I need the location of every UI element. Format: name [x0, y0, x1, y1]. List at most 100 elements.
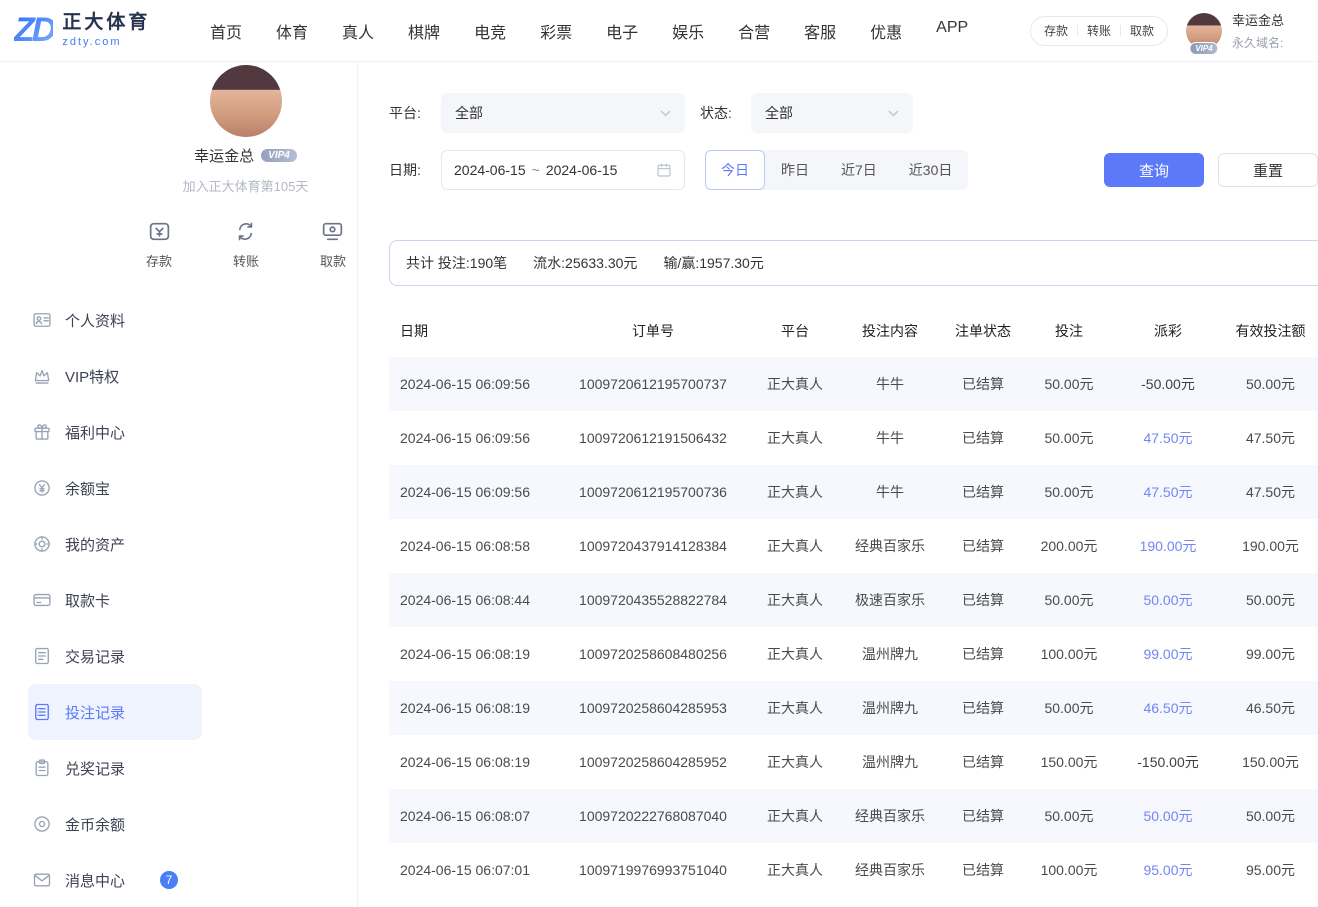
- cell-content: 极速百家乐: [839, 573, 941, 627]
- summary-part-3: 输/赢:1957.30元: [663, 253, 763, 273]
- table-row[interactable]: 2024-06-15 06:09:561009720612195700737正大…: [389, 357, 1318, 411]
- chevron-down-icon: [660, 110, 671, 117]
- sidebar-item-10[interactable]: 金币余额: [28, 796, 202, 852]
- nav-item-1[interactable]: 首页: [210, 19, 242, 43]
- top-header: ZD 正大体育 zdty.com 首页 体育 真人 棋牌 电竞 彩票 电子 娱乐 合营 客服 优惠 A…: [0, 0, 1318, 62]
- sidebar-item-label: 取款卡: [65, 590, 110, 611]
- cell-content: 牛牛: [839, 357, 941, 411]
- cell-valid: 50.00元: [1223, 573, 1318, 627]
- header-quick-3[interactable]: 取款: [1130, 22, 1154, 39]
- nav-item-12[interactable]: APP: [936, 19, 968, 43]
- cell-bet: 50.00元: [1025, 573, 1113, 627]
- cell-valid: 47.50元: [1223, 465, 1318, 519]
- column-header-5: 注单状态: [941, 305, 1025, 357]
- cell-bet: 50.00元: [1025, 411, 1113, 465]
- top-nav-items: 首页 体育 真人 棋牌 电竞 彩票 电子 娱乐 合营 客服 优惠 APP: [210, 19, 968, 43]
- cell-order: 1009719976993751040: [555, 843, 751, 897]
- sidebar-item-label: 个人资料: [65, 310, 125, 331]
- profile-joined-days: 加入正大体育第105天: [133, 176, 358, 195]
- table-row[interactable]: 2024-06-15 06:09:561009720612191506432正大…: [389, 411, 1318, 465]
- transaction-icon: [32, 646, 52, 666]
- nav-item-9[interactable]: 合营: [738, 19, 770, 43]
- cell-platform: 正大真人: [751, 789, 839, 843]
- cell-order: 1009720222768087040: [555, 789, 751, 843]
- nav-item-3[interactable]: 真人: [342, 19, 374, 43]
- nav-item-6[interactable]: 彩票: [540, 19, 572, 43]
- date-label: 日期:: [389, 160, 441, 180]
- message-icon: [32, 870, 52, 890]
- gold-icon: [32, 814, 52, 834]
- nav-item-7[interactable]: 电子: [606, 19, 638, 43]
- status-select[interactable]: 全部: [751, 93, 913, 133]
- withdraw-icon: [320, 219, 345, 244]
- cell-payout: -50.00元: [1113, 357, 1223, 411]
- nav-item-4[interactable]: 棋牌: [408, 19, 440, 43]
- cell-status: 已结算: [941, 627, 1025, 681]
- query-button[interactable]: 查询: [1104, 153, 1204, 187]
- table-row[interactable]: 2024-06-15 06:07:011009719976993751040正大…: [389, 843, 1318, 897]
- table-row[interactable]: 2024-06-15 06:08:441009720435528822784正大…: [389, 573, 1318, 627]
- table-row[interactable]: 2024-06-15 06:08:191009720258604285953正大…: [389, 681, 1318, 735]
- sidebar-item-11[interactable]: 消息中心7: [28, 852, 202, 907]
- cell-status: 已结算: [941, 411, 1025, 465]
- nav-item-11[interactable]: 优惠: [870, 19, 902, 43]
- date-range-input[interactable]: 2024-06-15 ~ 2024-06-15: [441, 150, 685, 190]
- sidebar-item-8[interactable]: 投注记录: [28, 684, 202, 740]
- cell-valid: 47.50元: [1223, 411, 1318, 465]
- nav-item-8[interactable]: 娱乐: [672, 19, 704, 43]
- cell-date: 2024-06-15 06:07:01: [389, 843, 555, 897]
- cell-date: 2024-06-15 06:09:56: [389, 357, 555, 411]
- vip-icon: [32, 366, 52, 386]
- column-header-1: 日期: [389, 305, 555, 357]
- column-header-8: 有效投注额: [1223, 305, 1318, 357]
- sidebar-item-2[interactable]: VIP特权: [28, 348, 202, 404]
- sidebar-item-label: 兑奖记录: [65, 758, 125, 779]
- brand-logo[interactable]: ZD 正大体育 zdty.com: [0, 11, 178, 50]
- profile-avatar[interactable]: [210, 65, 282, 137]
- column-header-7: 派彩: [1113, 305, 1223, 357]
- table-row[interactable]: 2024-06-15 06:08:581009720437914128384正大…: [389, 519, 1318, 573]
- cell-order: 1009720612191506432: [555, 411, 751, 465]
- bankcard-icon: [32, 590, 52, 610]
- quick-action-deposit[interactable]: 存款: [146, 219, 172, 270]
- sidebar-item-5[interactable]: 我的资产: [28, 516, 202, 572]
- quick-action-transfer[interactable]: 转账: [233, 219, 259, 270]
- sidebar-item-9[interactable]: 兑奖记录: [28, 740, 202, 796]
- sidebar-item-7[interactable]: 交易记录: [28, 628, 202, 684]
- header-quick-2[interactable]: 转账: [1087, 22, 1111, 39]
- range-button-4[interactable]: 近30日: [893, 150, 969, 190]
- nav-item-2[interactable]: 体育: [276, 19, 308, 43]
- nav-item-5[interactable]: 电竞: [474, 19, 506, 43]
- sidebar-item-label: 福利中心: [65, 422, 125, 443]
- range-button-1[interactable]: 今日: [705, 150, 765, 190]
- sidebar-item-3[interactable]: 福利中心: [28, 404, 202, 460]
- cell-content: 温州牌九: [839, 735, 941, 789]
- table-row[interactable]: 2024-06-15 06:08:071009720222768087040正大…: [389, 789, 1318, 843]
- cell-order: 1009720258608480256: [555, 627, 751, 681]
- platform-select[interactable]: 全部: [441, 93, 685, 133]
- table-row[interactable]: 2024-06-15 06:09:561009720612195700736正大…: [389, 465, 1318, 519]
- quick-action-label: 存款: [146, 251, 172, 270]
- divider: [1120, 25, 1121, 36]
- profile-name: 幸运金总: [194, 145, 254, 166]
- quick-action-withdraw[interactable]: 取款: [320, 219, 346, 270]
- header-quick-actions: 存款 转账 取款: [1030, 16, 1168, 46]
- cell-date: 2024-06-15 06:08:07: [389, 789, 555, 843]
- header-avatar[interactable]: VIP4: [1186, 13, 1222, 49]
- table-row[interactable]: 2024-06-15 06:08:191009720258608480256正大…: [389, 627, 1318, 681]
- sidebar-item-4[interactable]: 余额宝: [28, 460, 202, 516]
- calendar-icon: [656, 162, 672, 178]
- header-quick-1[interactable]: 存款: [1044, 22, 1068, 39]
- range-button-3[interactable]: 近7日: [825, 150, 893, 190]
- range-button-2[interactable]: 昨日: [765, 150, 825, 190]
- sidebar-item-1[interactable]: 个人资料: [28, 292, 202, 348]
- table-header-row: 日期订单号平台投注内容注单状态投注派彩有效投注额: [389, 305, 1318, 357]
- sidebar-item-label: VIP特权: [65, 366, 119, 387]
- table-row[interactable]: 2024-06-15 06:08:191009720258604285952正大…: [389, 735, 1318, 789]
- sidebar-item-6[interactable]: 取款卡: [28, 572, 202, 628]
- assets-icon: [32, 534, 52, 554]
- cell-bet: 100.00元: [1025, 627, 1113, 681]
- cell-payout: -150.00元: [1113, 735, 1223, 789]
- nav-item-10[interactable]: 客服: [804, 19, 836, 43]
- reset-button[interactable]: 重置: [1218, 153, 1318, 187]
